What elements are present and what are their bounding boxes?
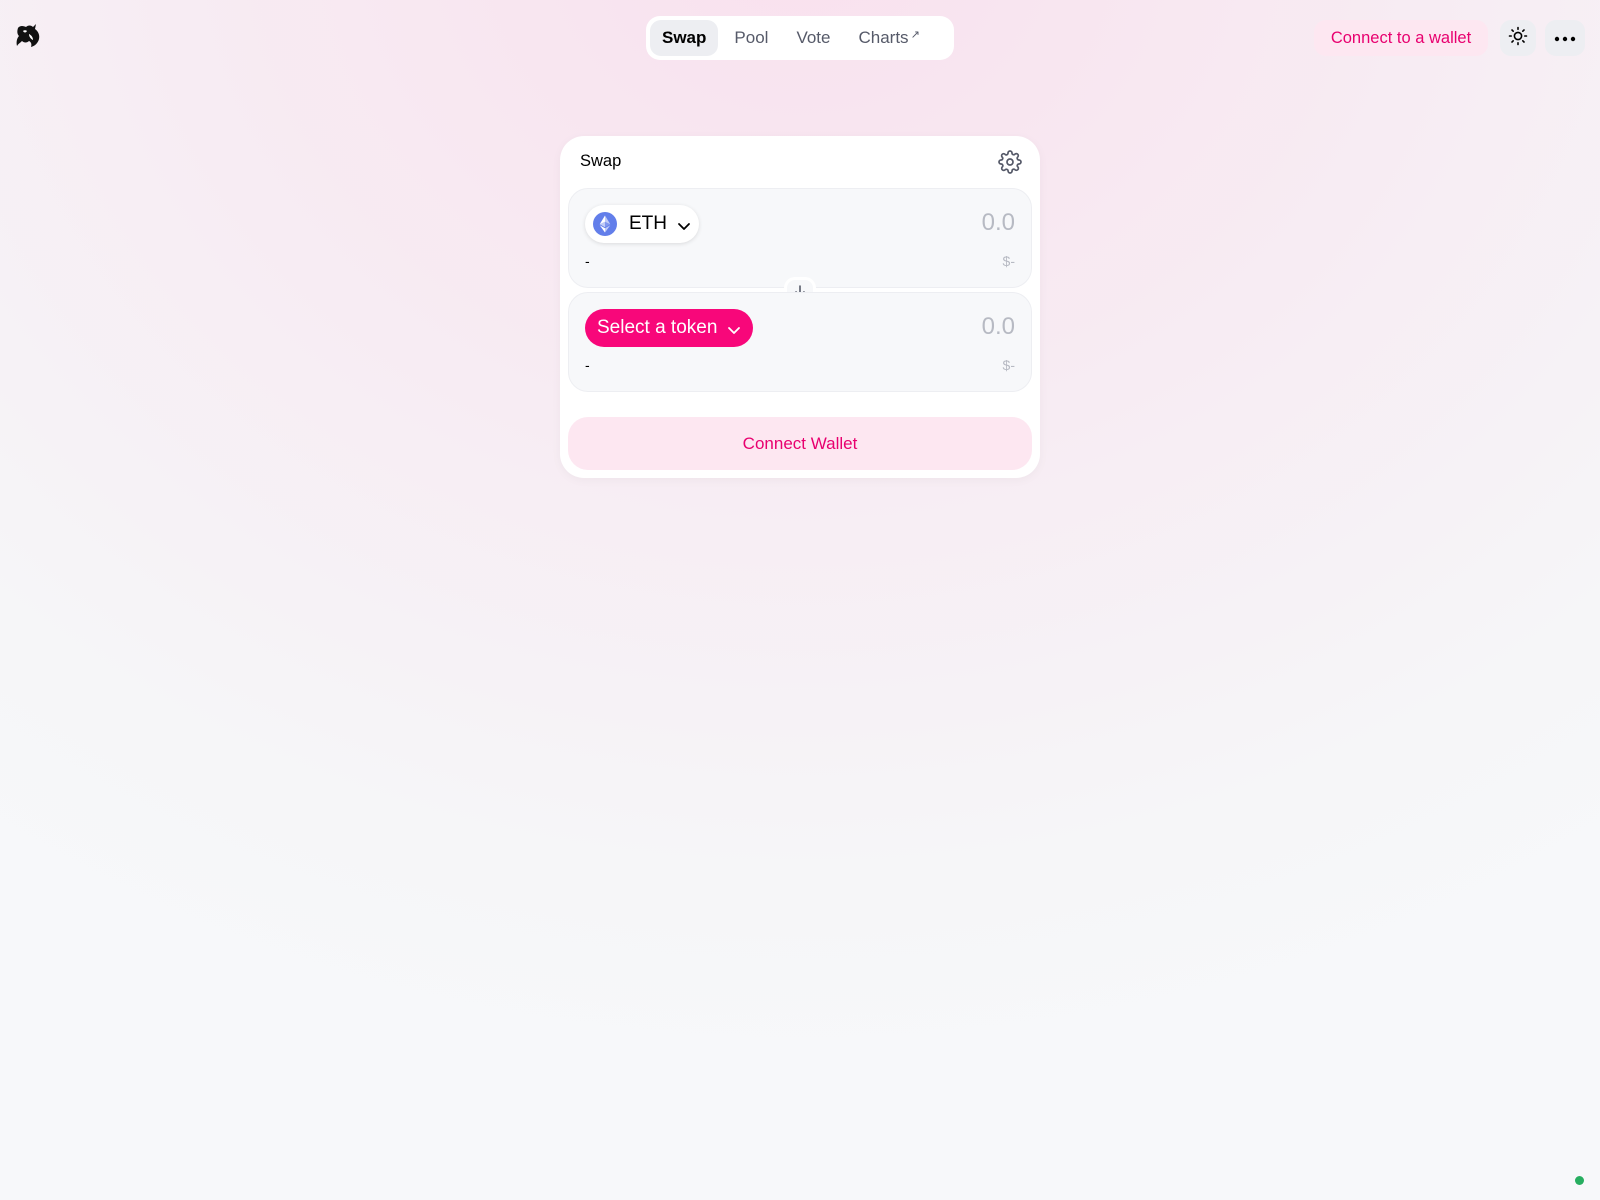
tab-vote[interactable]: Vote bbox=[784, 20, 842, 56]
swap-card: Swap ETH 0.0 - $- Select a token 0.0 - $… bbox=[560, 136, 1040, 478]
tab-pool[interactable]: Pool bbox=[722, 20, 780, 56]
main-nav: Swap Pool Vote Charts ↗ bbox=[646, 16, 954, 60]
eth-icon bbox=[593, 212, 617, 236]
chevron-down-icon bbox=[677, 217, 691, 231]
tab-label: Pool bbox=[734, 28, 769, 47]
output-balance: - bbox=[585, 357, 590, 373]
select-token-button[interactable]: Select a token bbox=[585, 309, 753, 347]
external-link-icon: ↗ bbox=[910, 28, 920, 41]
sun-icon bbox=[1508, 26, 1528, 51]
input-token-selector[interactable]: ETH bbox=[585, 205, 699, 243]
network-status-indicator bbox=[1575, 1176, 1584, 1185]
tab-swap[interactable]: Swap bbox=[650, 20, 719, 56]
connect-wallet-button[interactable]: Connect Wallet bbox=[568, 417, 1032, 470]
token-symbol: ETH bbox=[629, 213, 667, 234]
chevron-down-icon bbox=[727, 321, 741, 335]
input-balance: - bbox=[585, 253, 590, 269]
input-fiat-value: $- bbox=[1002, 253, 1015, 269]
ellipsis-icon bbox=[1554, 29, 1576, 47]
tab-label: Charts bbox=[858, 28, 909, 47]
swap-title: Swap bbox=[580, 152, 622, 170]
gear-icon[interactable] bbox=[998, 150, 1022, 174]
connect-to-wallet-button[interactable]: Connect to a wallet bbox=[1314, 20, 1488, 56]
theme-toggle-button[interactable] bbox=[1500, 20, 1536, 56]
button-label: Connect Wallet bbox=[742, 433, 858, 453]
tab-label: Swap bbox=[662, 28, 707, 47]
tab-label: Vote bbox=[796, 28, 831, 47]
button-label: Connect to a wallet bbox=[1330, 28, 1472, 47]
tab-charts[interactable]: Charts ↗ bbox=[846, 20, 931, 56]
unicorn-logo-icon[interactable] bbox=[14, 22, 42, 50]
output-amount-field[interactable] bbox=[815, 313, 1015, 341]
select-token-label: Select a token bbox=[597, 317, 718, 338]
input-amount-field[interactable] bbox=[815, 209, 1015, 237]
more-options-button[interactable] bbox=[1545, 20, 1585, 56]
input-token-panel: ETH - $- bbox=[568, 188, 1032, 288]
output-token-panel: Select a token - $- bbox=[568, 292, 1032, 392]
output-fiat-value: $- bbox=[1002, 357, 1015, 373]
